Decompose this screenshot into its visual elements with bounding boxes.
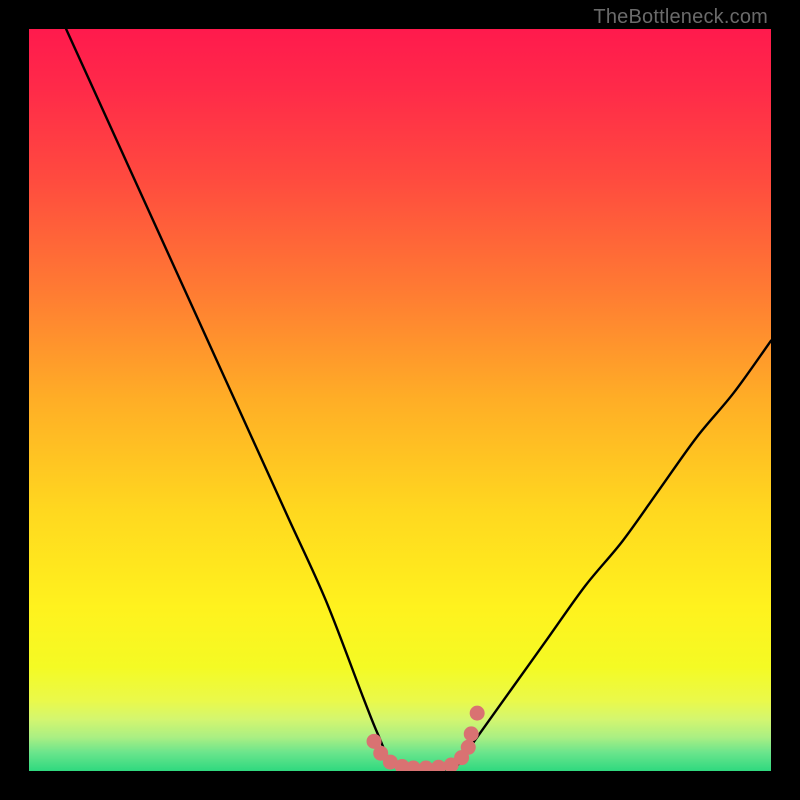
highlight-dot: [461, 740, 476, 755]
highlight-dot: [464, 726, 479, 741]
watermark-label: TheBottleneck.com: [593, 6, 768, 29]
plot-area: [29, 29, 771, 771]
highlight-dots: [29, 29, 771, 771]
highlight-dot: [470, 706, 485, 721]
chart-frame: TheBottleneck.com: [0, 0, 800, 800]
highlight-dot: [418, 761, 433, 771]
